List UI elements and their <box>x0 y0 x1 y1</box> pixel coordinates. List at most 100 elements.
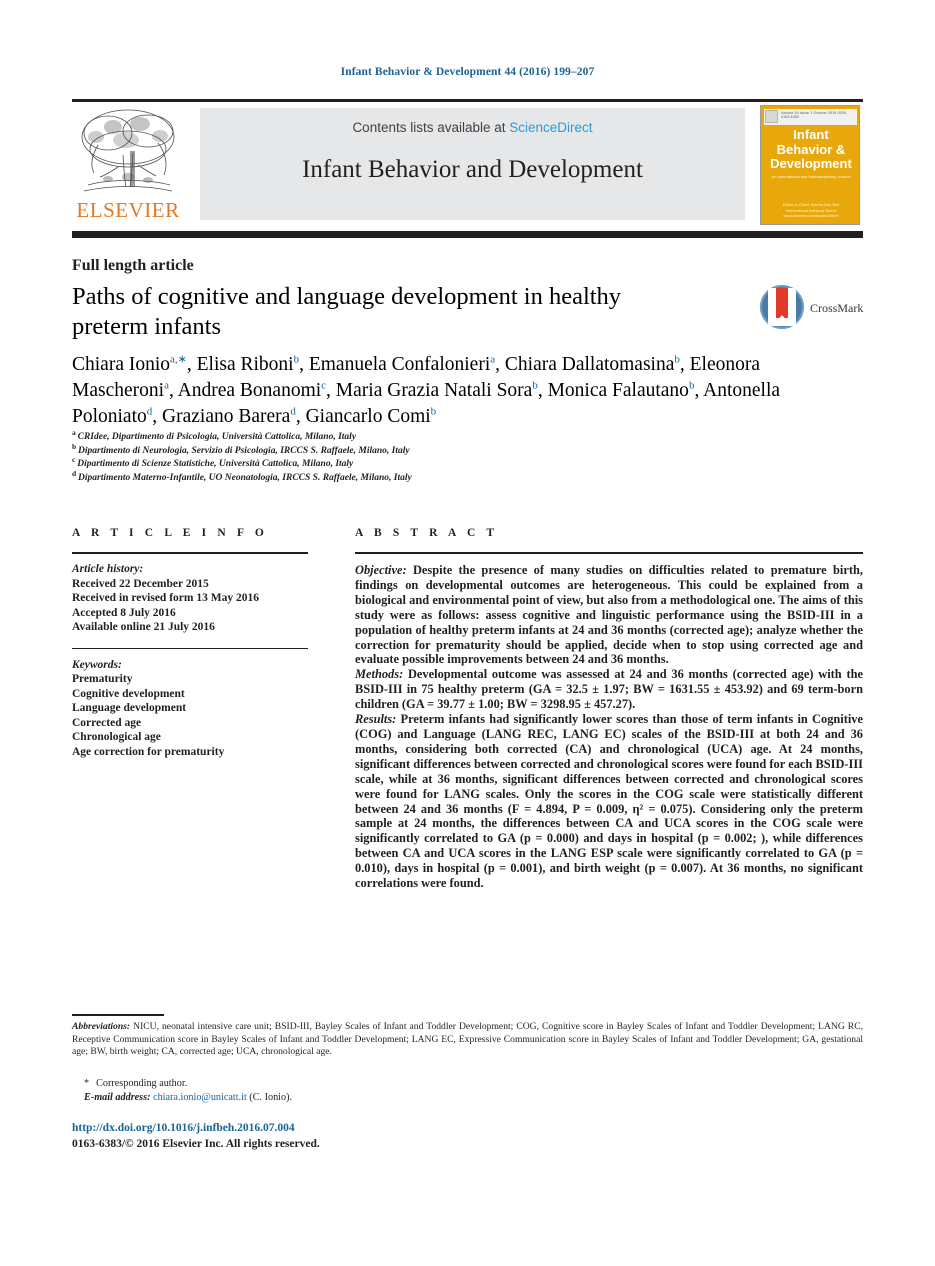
abstract-objective-text: Despite the presence of many studies on … <box>355 563 863 667</box>
sciencedirect-link[interactable]: ScienceDirect <box>509 120 592 135</box>
article-history-label: Article history: <box>72 563 144 575</box>
abstract-body: Objective: Despite the presence of many … <box>355 563 863 891</box>
author-affiliation-marker: d <box>290 405 296 418</box>
article-history-item: Accepted 8 July 2016 <box>72 606 176 619</box>
author-name: Elisa Riboni <box>196 354 294 375</box>
crossmark-notch <box>776 315 788 322</box>
running-head: Infant Behavior & Development 44 (2016) … <box>340 66 595 78</box>
abstract-methods: Methods: Developmental outcome was asses… <box>355 667 863 712</box>
elsevier-tree-icon <box>81 109 175 192</box>
elsevier-wordmark: ELSEVIER <box>76 198 180 222</box>
elsevier-logo: ELSEVIER <box>72 105 184 223</box>
journal-masthead: ELSEVIER Contents lists available at Sci… <box>72 105 863 225</box>
author-name: Emanuela Confalonieri <box>308 354 491 375</box>
abstract-column: A B S T R A C T Objective: Despite the p… <box>355 527 863 891</box>
keywords-block: Keywords: Prematurity Cognitive developme… <box>72 658 308 760</box>
author-name: Graziano Barera <box>162 406 291 427</box>
journal-cover-thumbnail[interactable]: Volume 44 Issue 1 October 2016 ISSN 0163… <box>760 105 860 225</box>
abstract-methods-text: Developmental outcome was assessed at 24… <box>355 667 863 712</box>
affiliation-item: d Dipartimento Materno-Infantile, UO Neo… <box>72 469 772 486</box>
corresponding-author-note: * Corresponding author. E-mail address: c… <box>84 1077 584 1105</box>
author-name: Chiara Dallatomasina <box>504 354 675 375</box>
copyright-line: 0163-6383/© 2016 Elsevier Inc. All right… <box>72 1138 320 1150</box>
abstract-objective-label: Objective: <box>355 563 407 577</box>
keyword-item[interactable]: Cognitive development <box>72 687 308 702</box>
affiliation-text: Dipartimento Materno-Infantile, UO Neona… <box>78 472 412 483</box>
author-affiliation-marker: a,∗ <box>170 353 187 366</box>
abbreviations-label: Abbreviations: <box>72 1021 131 1032</box>
cover-footer-text: Editor-in-Chief: Martha Ann Bell Internat… <box>782 202 840 218</box>
cover-elsevier-mark-icon <box>765 110 778 123</box>
crossmark-circle-icon <box>760 285 804 329</box>
journal-title: Infant Behavior and Development <box>302 156 643 183</box>
author-name: Chiara Ionio <box>72 354 171 375</box>
masthead-bottom-rule <box>72 231 863 238</box>
author-name: Andrea Bonanomi <box>177 380 322 401</box>
abstract-heading: A B S T R A C T <box>355 527 499 539</box>
abbreviations-text: NICU, neonatal intensive care unit; BSID… <box>72 1021 863 1058</box>
article-info-rule <box>72 552 308 554</box>
email-line: E-mail address: chiara.ionio@unicatt.it … <box>84 1091 584 1105</box>
contents-prefix: Contents lists available at <box>352 120 510 135</box>
keywords-items: Prematurity Cognitive development Language… <box>72 672 308 759</box>
author-list: Chiara Ionioa,∗, Elisa Ribonib, Emanuela… <box>72 353 781 427</box>
abstract-results: Results: Preterm infants had significant… <box>355 712 863 891</box>
contents-banner: Contents lists available at ScienceDirec… <box>200 108 745 220</box>
email-label: E-mail address: <box>84 1092 151 1103</box>
abstract-rule <box>355 552 863 554</box>
abstract-results-label: Results: <box>355 712 397 727</box>
affiliation-text: Dipartimento di Scienze Statistiche, Uni… <box>77 459 354 469</box>
author-name: Giancarlo Comi <box>305 406 431 427</box>
article-info-column: A R T I C L E I N F O Article history: R… <box>72 527 308 759</box>
corresponding-line: * Corresponding author. <box>84 1077 584 1091</box>
author-affiliation-marker: b <box>293 353 300 366</box>
article-history-block: Article history: Received 22 December 20… <box>72 562 308 635</box>
affiliation-item: c Dipartimento di Scienze Statistiche, U… <box>72 456 772 472</box>
corresponding-star: * <box>84 1078 90 1089</box>
keyword-item[interactable]: Age correction for prematurity <box>72 745 308 760</box>
author-affiliation-marker: b <box>532 379 538 392</box>
page-title: Paths of cognitive and language developm… <box>72 283 622 340</box>
article-history-item: Available online 21 July 2016 <box>72 621 215 633</box>
email-link[interactable]: chiara.ionio@unicatt.it <box>153 1092 247 1103</box>
masthead-top-rule <box>72 99 863 102</box>
affiliation-item: a CRIdee, Dipartimento di Psicologia, Un… <box>72 429 772 445</box>
doi-link[interactable]: http://dx.doi.org/10.1016/j.infbeh.2016.… <box>72 1122 295 1134</box>
article-history-items: Received 22 December 2015 Received in rev… <box>72 577 308 635</box>
abstract-results-text: Preterm infants had significantly lower … <box>355 712 863 891</box>
article-type-label: Full length article <box>72 257 194 274</box>
author-affiliation-marker: b <box>688 379 695 392</box>
email-owner: (C. Ionio). <box>246 1092 293 1103</box>
abbreviations-note: Abbreviations: NICU, neonatal intensive … <box>72 1021 863 1059</box>
article-history-item: Received 22 December 2015 <box>72 577 209 590</box>
abstract-methods-label: Methods: <box>355 667 404 682</box>
author-name: Maria Grazia Natali Sora <box>335 380 533 401</box>
author-affiliation-marker: c <box>321 379 327 392</box>
cover-issue-bar: Volume 44 Issue 1 October 2016 ISSN 0163… <box>764 109 857 125</box>
corresponding-text: Corresponding author. <box>96 1078 188 1089</box>
affiliation-item: b Dipartimento di Neurologia, Servizio d… <box>72 442 772 459</box>
article-first-page: Infant Behavior & Development 44 (2016) … <box>0 0 935 1266</box>
author-affiliation-marker: d <box>146 405 153 418</box>
affiliation-list: a CRIdee, Dipartimento di Psicologia, Un… <box>72 429 772 486</box>
affiliation-text: Dipartimento di Neurologia, Servizio di … <box>78 445 410 456</box>
crossmark-red-bar <box>776 288 788 318</box>
author-affiliation-marker: b <box>674 353 680 366</box>
keywords-rule <box>72 647 308 649</box>
abstract-objective: Objective: Despite the presence of many … <box>355 563 863 667</box>
keyword-item[interactable]: Corrected age <box>72 716 308 731</box>
keyword-item[interactable]: Prematurity <box>72 672 308 687</box>
author-affiliation-marker: a <box>490 353 496 366</box>
cover-title: Infant Behavior & Development <box>770 127 852 171</box>
article-info-heading: A R T I C L E I N F O <box>72 527 268 539</box>
affiliation-text: CRIdee, Dipartimento di Psicologia, Univ… <box>77 432 357 442</box>
keyword-item[interactable]: Chronological age <box>72 730 308 745</box>
contents-available-line: Contents lists available at ScienceDirec… <box>200 120 745 135</box>
article-history-item: Received in revised form 13 May 2016 <box>72 592 259 604</box>
crossmark-label: CrossMark <box>810 301 864 315</box>
footnote-rule <box>72 1014 164 1016</box>
keyword-item[interactable]: Language development <box>72 701 308 716</box>
author-name: Monica Falautano <box>547 380 689 401</box>
crossmark-badge[interactable]: CrossMark <box>760 285 865 333</box>
author-affiliation-marker: b <box>430 405 437 418</box>
